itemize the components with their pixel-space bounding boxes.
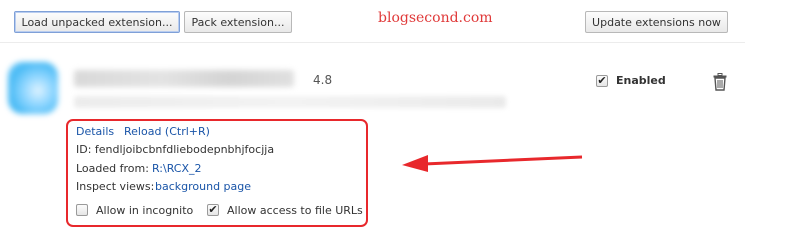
extension-id-value: fendljoibcbnfdliebodepnbhjfocjja [94, 143, 275, 156]
extension-title-blurred [74, 70, 294, 87]
loaded-from-label: Loaded from: [76, 162, 149, 175]
trash-icon[interactable] [713, 73, 727, 91]
reload-link[interactable]: Reload (Ctrl+R) [124, 125, 210, 138]
allow-file-urls-checkbox[interactable]: ✔ [207, 204, 219, 216]
watermark-text: blogsecond.com [378, 10, 493, 26]
load-unpacked-extension-button[interactable]: Load unpacked extension... [14, 11, 180, 33]
update-extensions-button[interactable]: Update extensions now [585, 11, 728, 33]
details-link[interactable]: Details [76, 125, 114, 138]
extension-description-blurred [74, 96, 506, 108]
extension-icon [8, 62, 58, 114]
loaded-from-link[interactable]: R:\RCX_2 [152, 162, 202, 175]
allow-file-urls-label: Allow access to file URLs [227, 204, 363, 217]
extension-version: 4.8 [313, 73, 333, 87]
red-arrow-icon [402, 155, 583, 172]
enabled-checkbox[interactable]: ✔ [596, 75, 608, 87]
background-page-link[interactable]: background page [155, 180, 251, 193]
inspect-views-label: Inspect views: [76, 180, 155, 193]
header-divider [0, 42, 745, 43]
enabled-label: Enabled [616, 74, 666, 87]
extension-id-row: ID: fendljoibcbnfdliebodepnbhjfocjja [76, 143, 274, 156]
allow-incognito-label: Allow in incognito [96, 204, 194, 217]
allow-incognito-checkbox[interactable] [76, 204, 88, 216]
pack-extension-button[interactable]: Pack extension... [184, 11, 292, 33]
extension-id-label: ID: [76, 143, 92, 156]
